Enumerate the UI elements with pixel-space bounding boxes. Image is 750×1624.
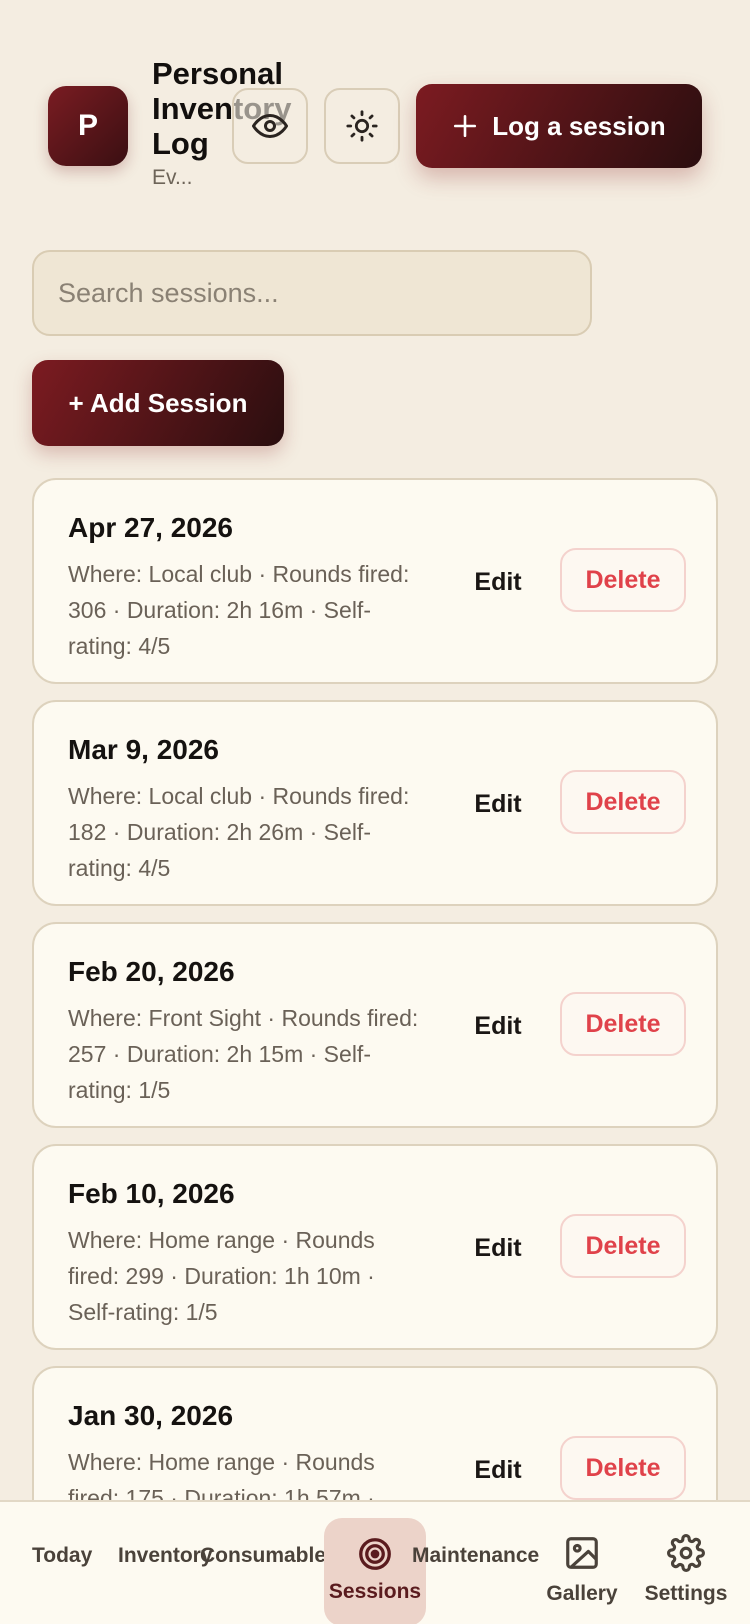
- session-card: Feb 20, 2026 Where: Front Sight · Rounds…: [32, 922, 718, 1128]
- app-subtitle: Ev...: [152, 166, 193, 189]
- session-details: Where: Local club · Rounds fired: 182 · …: [68, 783, 410, 881]
- add-session-button[interactable]: + Add Session: [32, 360, 284, 446]
- session-date: Apr 27, 2026: [68, 512, 233, 543]
- nav-today[interactable]: Today: [32, 1544, 92, 1568]
- nav-settings[interactable]: Settings: [640, 1534, 732, 1606]
- edit-button[interactable]: Edit: [458, 1226, 538, 1270]
- bottom-nav: Today Inventory Consumables Sessions Mai…: [0, 1500, 750, 1624]
- privacy-toggle-button[interactable]: [232, 88, 308, 164]
- session-card: Feb 10, 2026 Where: Home range · Rounds …: [32, 1144, 718, 1350]
- nav-gallery-label: Gallery: [546, 1582, 618, 1605]
- theme-toggle-button[interactable]: [324, 88, 400, 164]
- delete-button[interactable]: Delete: [560, 1436, 686, 1500]
- gear-icon: [667, 1534, 705, 1572]
- nav-sessions-label: Sessions: [328, 1580, 422, 1603]
- log-session-label: Log a session: [492, 110, 666, 141]
- session-details: Where: Front Sight · Rounds fired: 257 ·…: [68, 1005, 419, 1103]
- session-details: Where: Home range · Rounds fired: 299 · …: [68, 1227, 375, 1325]
- delete-button[interactable]: Delete: [560, 548, 686, 612]
- nav-maintenance[interactable]: Maintenance: [412, 1544, 539, 1568]
- session-date: Feb 20, 2026: [68, 956, 235, 987]
- edit-button[interactable]: Edit: [458, 1004, 538, 1048]
- delete-button[interactable]: Delete: [560, 770, 686, 834]
- log-session-button[interactable]: Log a session: [416, 84, 702, 168]
- nav-gallery[interactable]: Gallery: [540, 1534, 624, 1606]
- eye-icon: [252, 114, 288, 138]
- nav-inventory[interactable]: Inventory: [118, 1544, 213, 1568]
- edit-button[interactable]: Edit: [458, 1448, 538, 1492]
- edit-button[interactable]: Edit: [458, 782, 538, 826]
- session-date: Mar 9, 2026: [68, 734, 219, 765]
- nav-sessions[interactable]: Sessions: [324, 1518, 426, 1624]
- target-icon: [359, 1538, 391, 1570]
- session-list: Apr 27, 2026 Where: Local club · Rounds …: [32, 478, 718, 1588]
- nav-settings-label: Settings: [644, 1582, 728, 1605]
- delete-button[interactable]: Delete: [560, 1214, 686, 1278]
- app-header: P Personal Inventory Log Ev... Log a ses…: [0, 0, 750, 220]
- nav-consumables[interactable]: Consumables: [200, 1544, 338, 1568]
- delete-button[interactable]: Delete: [560, 992, 686, 1056]
- sessions-screen: P Personal Inventory Log Ev... Log a ses…: [0, 0, 750, 1624]
- image-icon: [566, 1537, 598, 1569]
- session-card: Apr 27, 2026 Where: Local club · Rounds …: [32, 478, 718, 684]
- search-input[interactable]: [32, 250, 592, 336]
- session-date: Feb 10, 2026: [68, 1178, 235, 1209]
- session-card: Mar 9, 2026 Where: Local club · Rounds f…: [32, 700, 718, 906]
- edit-button[interactable]: Edit: [458, 560, 538, 604]
- plus-icon: [454, 114, 477, 138]
- session-details: Where: Local club · Rounds fired: 306 · …: [68, 561, 410, 659]
- session-date: Jan 30, 2026: [68, 1400, 234, 1431]
- sun-icon: [346, 110, 378, 142]
- app-avatar[interactable]: P: [48, 86, 128, 166]
